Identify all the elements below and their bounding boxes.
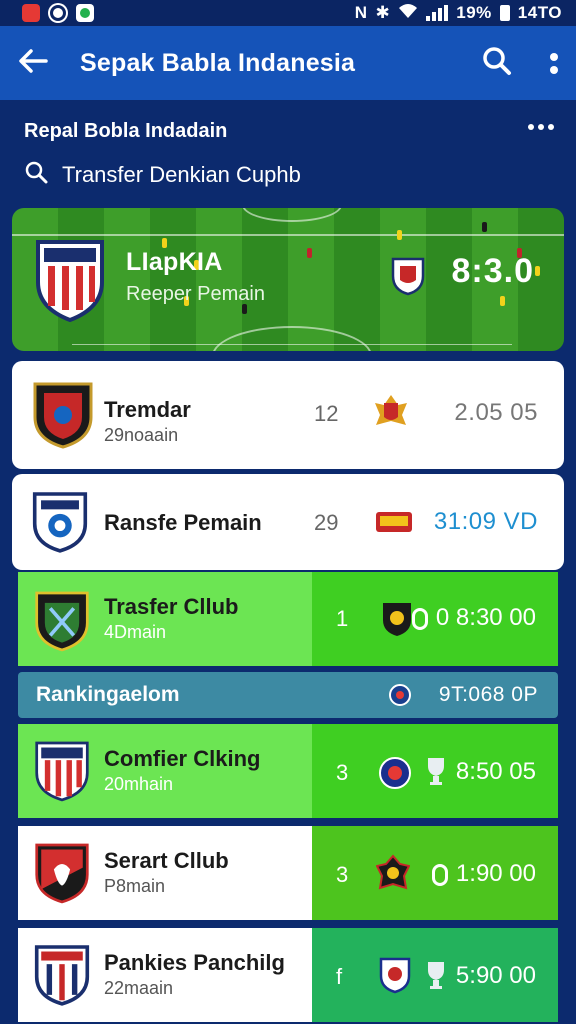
more-vert-icon[interactable] bbox=[550, 52, 558, 74]
status-time: 14TO bbox=[517, 3, 562, 22]
opponent-badge-icon bbox=[379, 757, 411, 789]
match-card[interactable]: Tremdar 29noaain 12 2.05 05 bbox=[12, 361, 564, 469]
ranking-label: Rankingaelom bbox=[36, 683, 180, 706]
signal-icon bbox=[426, 5, 449, 21]
match-time: 0 8:30 00 bbox=[411, 604, 536, 632]
sub-header: Repal Bobla Indadain Transfer Denkian Cu… bbox=[0, 100, 576, 200]
match-card[interactable]: Trasfer Cllub 4Dmain 1 0 8:30 00 bbox=[18, 572, 558, 666]
team-name: Ransfe Pemain bbox=[104, 510, 262, 535]
team-crest-icon bbox=[35, 741, 89, 802]
opponent-badge-icon bbox=[376, 512, 412, 532]
match-time: 1:90 00 bbox=[431, 860, 536, 888]
opponent-badge-icon bbox=[375, 395, 407, 425]
circle-app-icon bbox=[50, 5, 66, 21]
match-card[interactable]: Pankies Panchilg 22maain f 5:90 00 bbox=[18, 928, 558, 1022]
match-number: 3 bbox=[336, 760, 349, 785]
team-crest-icon bbox=[32, 492, 88, 553]
team-sub: 29noaain bbox=[104, 425, 179, 445]
opponent-badge-icon bbox=[379, 957, 411, 994]
team-name: Comfier Clking bbox=[104, 746, 261, 771]
red-app-icon bbox=[22, 4, 40, 22]
green-app-icon bbox=[76, 4, 94, 22]
match-card[interactable]: Serart Cllub P8main 3 1:90 00 bbox=[18, 826, 558, 920]
match-number: 29 bbox=[314, 510, 339, 535]
wifi-icon bbox=[398, 3, 418, 24]
opponent-crest-icon bbox=[391, 257, 425, 296]
app-bar: Sepak Babla Indanesia bbox=[0, 26, 576, 100]
team-crest-icon bbox=[36, 240, 104, 322]
more-horiz-icon[interactable] bbox=[528, 124, 554, 130]
match-time: 31:09 VD bbox=[433, 508, 538, 535]
match-card[interactable]: Comfier Clking 20mhain 3 8:50 05 bbox=[18, 724, 558, 818]
team-sub: 4Dmain bbox=[104, 622, 167, 642]
match-time: 2.05 05 bbox=[454, 399, 538, 426]
team-sub: P8main bbox=[104, 876, 166, 896]
ranking-badge-icon bbox=[389, 684, 411, 706]
opponent-badge-icon bbox=[383, 603, 411, 636]
search-field-icon bbox=[24, 160, 48, 190]
opponent-badge-icon bbox=[376, 854, 410, 890]
team-crest-icon bbox=[34, 945, 90, 1006]
back-arrow-icon[interactable] bbox=[18, 47, 62, 79]
team-name: Pankies Panchilg bbox=[104, 950, 285, 975]
team-crest-icon bbox=[33, 382, 93, 449]
match-card[interactable]: Ransfe Pemain 29 31:09 VD bbox=[12, 474, 564, 570]
search-field[interactable]: Transfer Denkian Cuphb bbox=[24, 160, 301, 190]
timer-icon bbox=[431, 863, 448, 886]
battery-icon bbox=[499, 5, 510, 21]
trophy-icon bbox=[424, 756, 448, 791]
ranking-bar[interactable]: Rankingaelom 9T:068 0P bbox=[18, 672, 558, 718]
team-sub: 20mhain bbox=[104, 774, 174, 794]
team-name: Serart Cllub bbox=[104, 848, 229, 873]
featured-score: 8:3.0 bbox=[451, 252, 534, 290]
bluetooth-icon: ✱ bbox=[375, 3, 391, 22]
team-name: Trasfer Cllub bbox=[104, 594, 239, 619]
section-title: Repal Bobla Indadain bbox=[24, 120, 228, 142]
match-number: 1 bbox=[336, 606, 349, 631]
match-number: 12 bbox=[314, 401, 339, 426]
team-sub: 22maain bbox=[104, 978, 174, 998]
app-title: Sepak Babla Indanesia bbox=[80, 48, 356, 77]
status-bar: N ✱ 19% 14TO bbox=[0, 0, 576, 26]
timer-icon bbox=[411, 607, 428, 630]
ranking-time: 9T:068 0P bbox=[438, 683, 538, 706]
match-number: f bbox=[336, 964, 343, 989]
featured-team-sub: Reeper Pemain bbox=[126, 283, 265, 305]
search-icon[interactable] bbox=[482, 46, 512, 81]
match-time: 5:90 00 bbox=[455, 962, 536, 989]
trophy-icon bbox=[424, 960, 448, 995]
team-name: Tremdar bbox=[104, 397, 191, 422]
search-placeholder: Transfer Denkian Cuphb bbox=[62, 162, 301, 187]
team-crest-icon bbox=[35, 591, 89, 652]
nfc-icon: N bbox=[354, 3, 368, 22]
team-crest-icon bbox=[35, 843, 89, 904]
match-number: 3 bbox=[336, 862, 349, 887]
featured-team-name: LIapKIA bbox=[126, 248, 223, 276]
battery-percent: 19% bbox=[456, 3, 492, 22]
featured-match-card[interactable]: LIapKIA Reeper Pemain 8:3.0 bbox=[12, 208, 564, 351]
match-time: 8:50 05 bbox=[455, 758, 536, 785]
